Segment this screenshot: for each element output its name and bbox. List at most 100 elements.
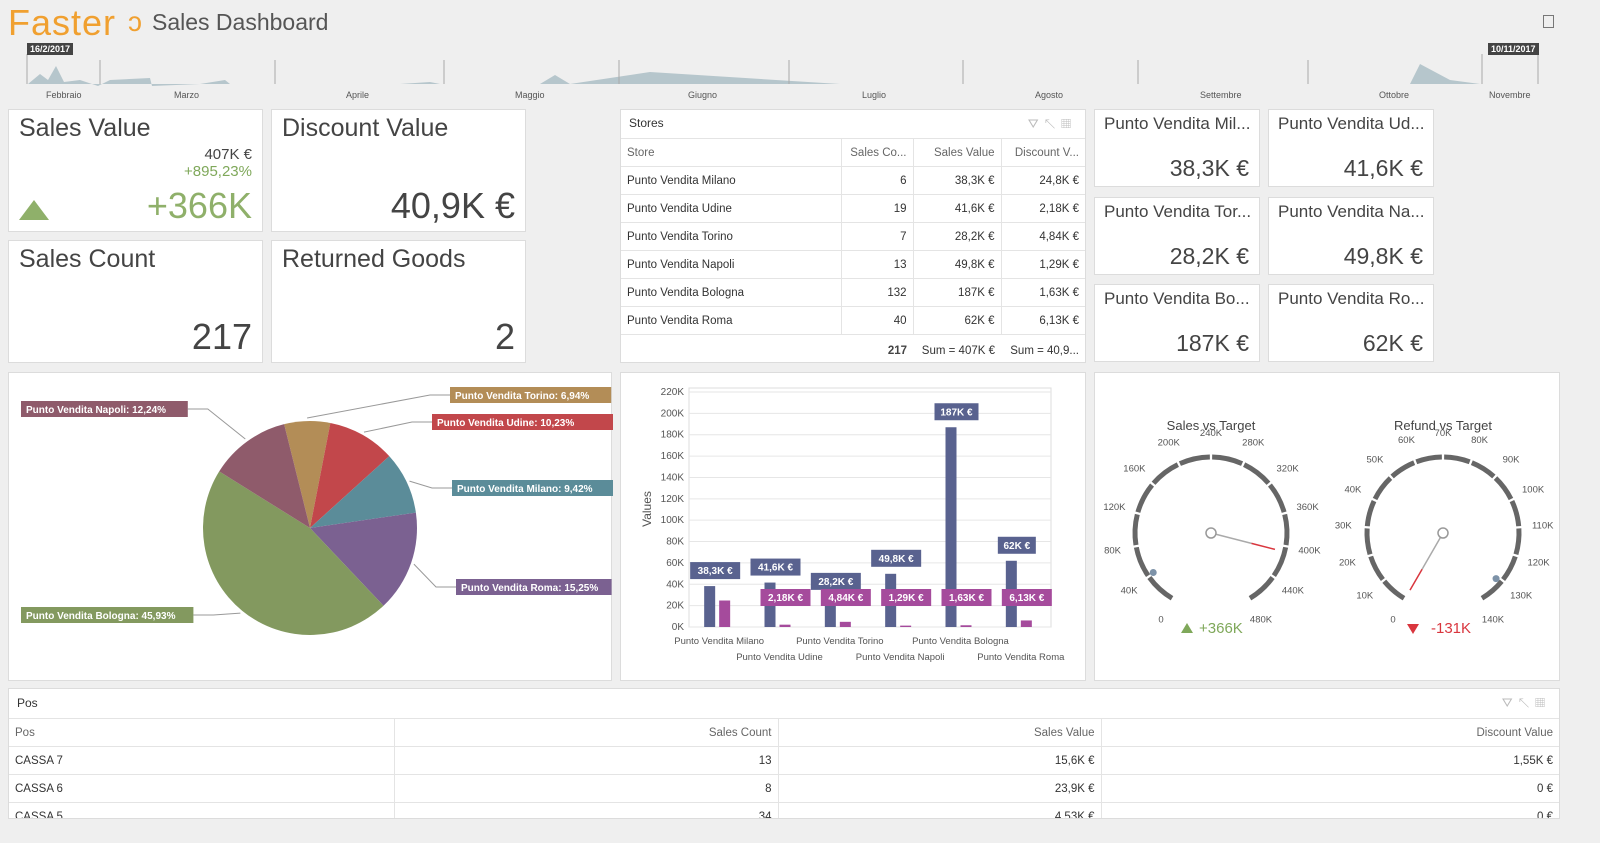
- gauge-arc-segment: [1509, 500, 1522, 527]
- data-label: 6,13K €: [1009, 593, 1044, 604]
- panel-title: Stores: [629, 116, 664, 130]
- column-header[interactable]: Sales Value: [913, 138, 1002, 167]
- y-tick-label: 80K: [666, 537, 684, 548]
- gauge-arc-segment: [1390, 460, 1416, 479]
- column-header[interactable]: Sales Count: [394, 718, 779, 747]
- timeline-start-handle[interactable]: 16/2/2017: [27, 43, 74, 55]
- table-cell: 34: [394, 802, 779, 818]
- table-cell: 28,2K €: [913, 222, 1002, 251]
- data-label: 1,29K €: [889, 593, 924, 604]
- export-document-icon[interactable]: [1543, 15, 1554, 28]
- gauge-tick-label: 50K: [1367, 455, 1385, 466]
- gauge-tick-label: 70K: [1435, 428, 1453, 439]
- table-row[interactable]: Punto Vendita Milano 6 38,3K €24,8K €: [621, 166, 1085, 195]
- table-cell: 23,9K €: [778, 774, 1102, 803]
- column-header[interactable]: Discount V...: [1001, 138, 1085, 167]
- gauge-needle-tip: [1251, 542, 1276, 551]
- table-row[interactable]: Punto Vendita Torino 7 28,2K €4,84K €: [621, 222, 1085, 251]
- y-tick-label: 40K: [666, 579, 684, 590]
- table-cell: 4,84K €: [1001, 222, 1085, 251]
- tile-title: Punto Vendita Bo...: [1104, 289, 1250, 308]
- gauge-arc-segment: [1364, 528, 1373, 556]
- data-label: 41,6K €: [758, 563, 793, 574]
- table-row[interactable]: CASSA 6 8 23,9K €0 €: [9, 774, 1559, 803]
- y-tick-label: 120K: [661, 494, 685, 505]
- store-tile[interactable]: Punto Vendita Tor... 28,2K €: [1094, 196, 1260, 275]
- timeline-end-handle[interactable]: 10/11/2017: [1488, 43, 1539, 55]
- grid-icon[interactable]: ▦: [1535, 695, 1551, 710]
- kpi-pct: +895,23%: [184, 163, 252, 180]
- table-row[interactable]: Punto Vendita Udine 19 41,6K €2,18K €: [621, 194, 1085, 223]
- table-cell: 0 €: [1101, 802, 1559, 818]
- column-header[interactable]: Discount Value: [1101, 718, 1559, 747]
- month-label: Maggio: [515, 90, 545, 100]
- table-cell: Punto Vendita Bologna: [621, 278, 842, 307]
- gauge-arc-segment: [1151, 462, 1180, 485]
- gauge-needle: [1210, 532, 1252, 545]
- table-cell: 6,13K €: [1001, 306, 1085, 335]
- kpi-sales-value[interactable]: Sales Value 407K € +895,23% +366K: [8, 109, 263, 232]
- data-label: 4,84K €: [828, 593, 863, 604]
- month-label: Giugno: [688, 90, 718, 100]
- filter-icon[interactable]: ⛛: [1028, 116, 1045, 131]
- store-tile[interactable]: Punto Vendita Ud... 41,6K €: [1268, 109, 1434, 187]
- pie-label: Punto Vendita Napoli: 12,24%: [26, 405, 166, 416]
- grid-icon[interactable]: ▦: [1061, 116, 1077, 131]
- table-row[interactable]: Punto Vendita Bologna 132 187K €1,63K €: [621, 278, 1085, 307]
- tile-title: Punto Vendita Ud...: [1278, 114, 1425, 133]
- table-cell: 8: [394, 774, 779, 803]
- x-tick-label: Punto Vendita Napoli: [856, 652, 945, 663]
- panel-title: Pos: [17, 696, 38, 710]
- gauge-tick-label: 320K: [1277, 464, 1300, 475]
- table-row[interactable]: Punto Vendita Napoli 13 49,8K €1,29K €: [621, 250, 1085, 279]
- kpi-title: Sales Value: [19, 114, 151, 142]
- table-cell: 132: [841, 278, 914, 307]
- month-label: Marzo: [174, 90, 200, 100]
- store-tile[interactable]: Punto Vendita Bo... 187K €: [1094, 284, 1260, 362]
- gauge-arc-segment: [1135, 483, 1155, 513]
- bar: [779, 624, 791, 627]
- data-label: 49,8K €: [879, 554, 914, 565]
- gauge-tick-label: 80K: [1471, 435, 1489, 446]
- table-row[interactable]: CASSA 5 34 4,53K €0 €: [9, 802, 1559, 818]
- timeline[interactable]: [0, 38, 1600, 100]
- tile-title: Punto Vendita Tor...: [1104, 201, 1252, 221]
- gauge-arc-segment: [1415, 454, 1442, 465]
- gauge-arc-segment: [1267, 483, 1287, 513]
- table-cell: Punto Vendita Roma: [621, 306, 842, 335]
- y-tick-label: 100K: [661, 515, 685, 526]
- y-tick-label: 0K: [672, 622, 685, 633]
- column-header[interactable]: Store: [621, 138, 842, 167]
- gauge-arc-segment: [1364, 500, 1377, 527]
- kpi-sales-count[interactable]: Sales Count 217: [8, 240, 263, 363]
- gauge-tick-label: 10K: [1356, 590, 1374, 601]
- kpi-value: 40,9K €: [390, 185, 515, 226]
- y-tick-label: 60K: [666, 558, 684, 569]
- table-cell: Punto Vendita Milano: [621, 166, 842, 195]
- month-label: Febbraio: [46, 90, 82, 100]
- table-row[interactable]: CASSA 7 13 15,6K €1,55K €: [9, 746, 1559, 775]
- kpi-returned-goods[interactable]: Returned Goods 2: [271, 240, 526, 363]
- pointer-icon[interactable]: ↖: [1519, 695, 1535, 710]
- pie-label: Punto Vendita Roma: 15,25%: [461, 583, 598, 594]
- table-cell: CASSA 6: [9, 774, 395, 803]
- gauges: Sales vs Target040K80K120K160K200K240K28…: [1103, 418, 1554, 637]
- table-cell: 19: [841, 194, 914, 223]
- table-cell: 62K €: [913, 306, 1002, 335]
- tile-value: 49,8K €: [1343, 242, 1423, 269]
- kpi-discount-value[interactable]: Discount Value 40,9K €: [271, 109, 526, 232]
- table-row[interactable]: Punto Vendita Roma 40 62K €6,13K €: [621, 306, 1085, 335]
- column-header[interactable]: Sales Co...: [841, 138, 914, 167]
- data-label: 62K €: [1003, 541, 1030, 552]
- pointer-icon[interactable]: ↖: [1045, 116, 1061, 131]
- leader-line: [363, 421, 432, 433]
- store-tile[interactable]: Punto Vendita Ro... 62K €: [1268, 284, 1434, 362]
- column-header[interactable]: Sales Value: [778, 718, 1102, 747]
- store-tile[interactable]: Punto Vendita Mil... 38,3K €: [1094, 109, 1260, 187]
- filter-icon[interactable]: ⛛: [1502, 695, 1519, 710]
- x-tick-label: Punto Vendita Udine: [736, 652, 823, 663]
- gauge-tick-label: 20K: [1339, 557, 1357, 568]
- store-tile[interactable]: Punto Vendita Na... 49,8K €: [1268, 196, 1434, 275]
- pos-table: Pos Sales Count Sales Value Discount Value …: [9, 718, 1559, 818]
- column-header[interactable]: Pos: [9, 718, 395, 747]
